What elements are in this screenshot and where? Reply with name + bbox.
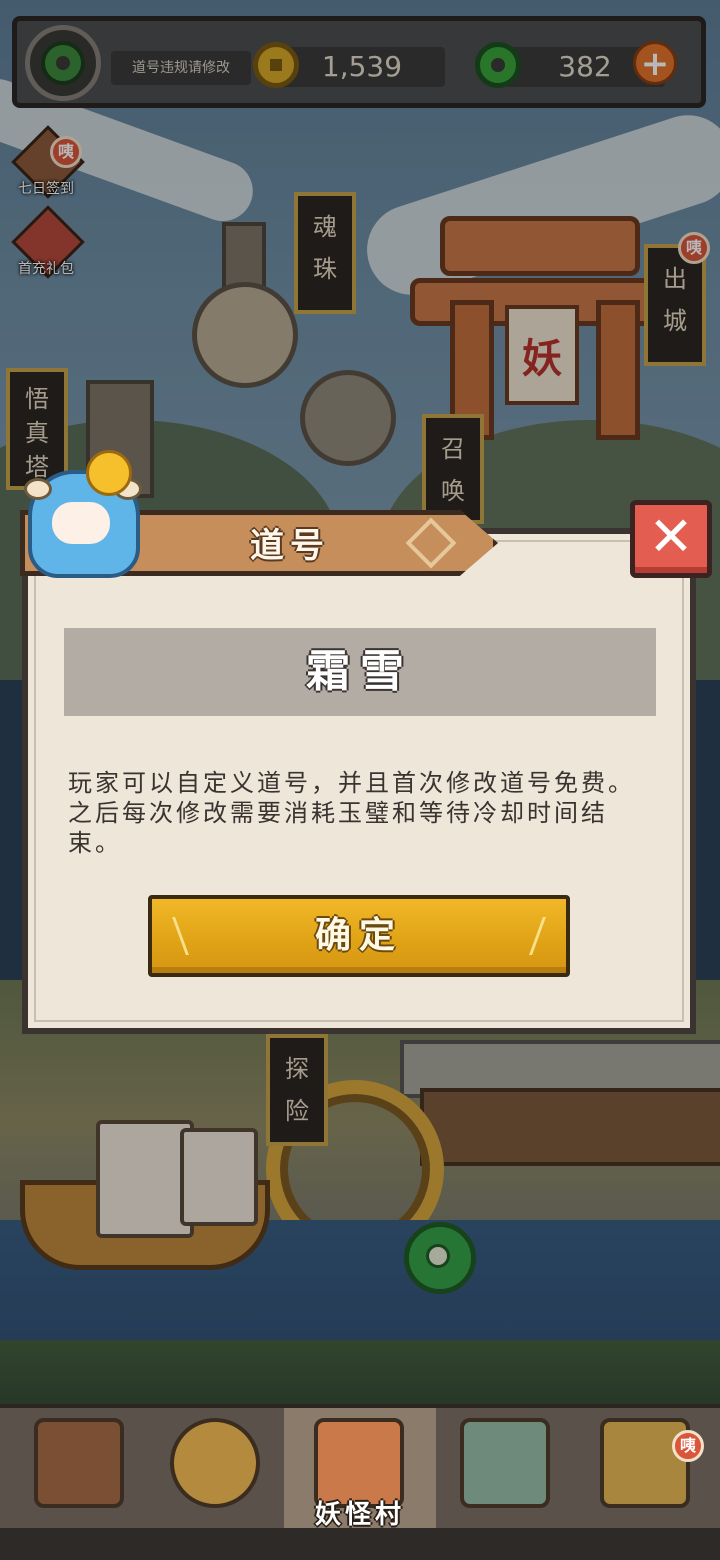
nav-compass[interactable] <box>580 1408 710 1528</box>
nav-monster-village[interactable]: 妖怪村 <box>284 1408 436 1530</box>
compass-icon <box>600 1418 690 1508</box>
treasure-chest-icon <box>34 1418 124 1508</box>
nav-shop[interactable] <box>440 1408 570 1528</box>
nav-chest[interactable] <box>14 1408 144 1528</box>
confirm-button[interactable]: 确定 <box>148 895 570 977</box>
mascot-character <box>18 450 142 578</box>
star-statue-icon <box>170 1418 260 1508</box>
nav-monster-village-label: 妖怪村 <box>314 1500 405 1530</box>
market-stall-icon <box>460 1418 550 1508</box>
swirl-ornament-icon <box>405 517 457 569</box>
close-button[interactable]: ✕ <box>630 500 712 578</box>
nav-statue[interactable] <box>150 1408 280 1528</box>
mascot-face <box>52 502 110 544</box>
current-name-field[interactable]: 霜雪 <box>64 628 656 716</box>
mascot-ear <box>24 478 52 500</box>
nav-compass-badge: 咦 <box>672 1430 704 1462</box>
confirm-label: 确定 <box>314 915 403 956</box>
bottom-strip <box>0 1528 720 1560</box>
star-icon <box>86 450 132 496</box>
dialog-title: 道号 <box>250 526 330 566</box>
dialog-description: 玩家可以自定义道号，并且首次修改道号免费。之后每次修改需要消耗玉璧和等待冷却时间… <box>68 769 635 857</box>
